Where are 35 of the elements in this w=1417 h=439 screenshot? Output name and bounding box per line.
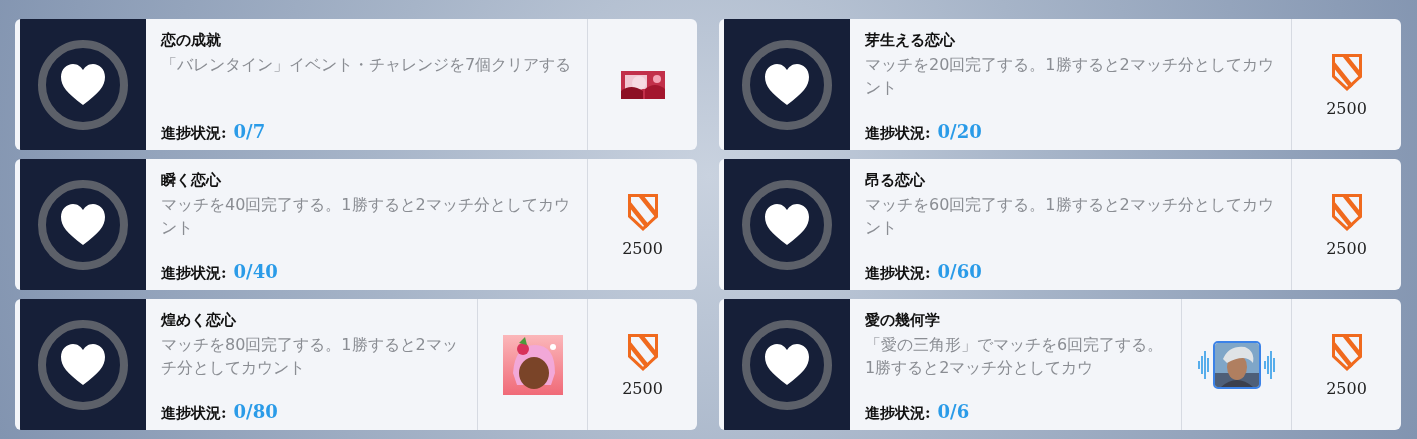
quest-description: 「愛の三角形」でマッチを6回完了する。1勝すると2マッチ分としてカウ: [865, 334, 1165, 379]
quest-title: 昂る恋心: [865, 170, 926, 190]
progress-value: 0/20: [937, 121, 982, 142]
progress-value: 0/6: [937, 401, 970, 422]
progress-label: 進捗状況:: [161, 124, 227, 143]
progress-label: 進捗状況:: [865, 264, 931, 283]
quest-description: マッチを20回完了する。1勝すると2マッチ分としてカウント: [865, 54, 1275, 99]
quest-title: 芽生える恋心: [865, 30, 956, 50]
progress-label: 進捗状況:: [161, 264, 227, 283]
progress-label: 進捗状況:: [865, 404, 931, 423]
quest-title: 恋の成就: [161, 30, 222, 50]
quest-description: マッチを60回完了する。1勝すると2マッチ分としてカウント: [865, 194, 1275, 239]
quest-title: 煌めく恋心: [161, 310, 237, 330]
progress-value: 0/60: [937, 261, 982, 282]
quest-description: マッチを40回完了する。1勝すると2マッチ分としてカウント: [161, 194, 571, 239]
progress-value: 0/80: [233, 401, 278, 422]
quest-description: 「バレンタイン」イベント・チャレンジを7個クリアする: [161, 54, 573, 76]
progress-label: 進捗状況:: [161, 404, 227, 423]
progress-value: 0/7: [233, 121, 266, 142]
heart-badge-icon: [37, 178, 129, 271]
reward-amount: 2500: [622, 239, 663, 258]
progress-label: 進捗状況:: [865, 124, 931, 143]
quest-description: マッチを80回完了する。1勝すると2マッチ分としてカウント: [161, 334, 459, 379]
heart-badge-icon: [37, 318, 129, 411]
progress-value: 0/40: [233, 261, 278, 282]
quest-title: 愛の幾何学: [865, 310, 941, 330]
reward-amount: 2500: [622, 379, 663, 398]
quest-title: 瞬く恋心: [161, 170, 222, 190]
heart-badge-icon: [741, 318, 833, 411]
heart-badge-icon: [741, 178, 833, 271]
reward-amount: 2500: [1326, 379, 1367, 398]
reward-amount: 2500: [1326, 239, 1367, 258]
heart-badge-icon: [37, 38, 129, 131]
reward-amount: 2500: [1326, 99, 1367, 118]
heart-badge-icon: [741, 38, 833, 131]
